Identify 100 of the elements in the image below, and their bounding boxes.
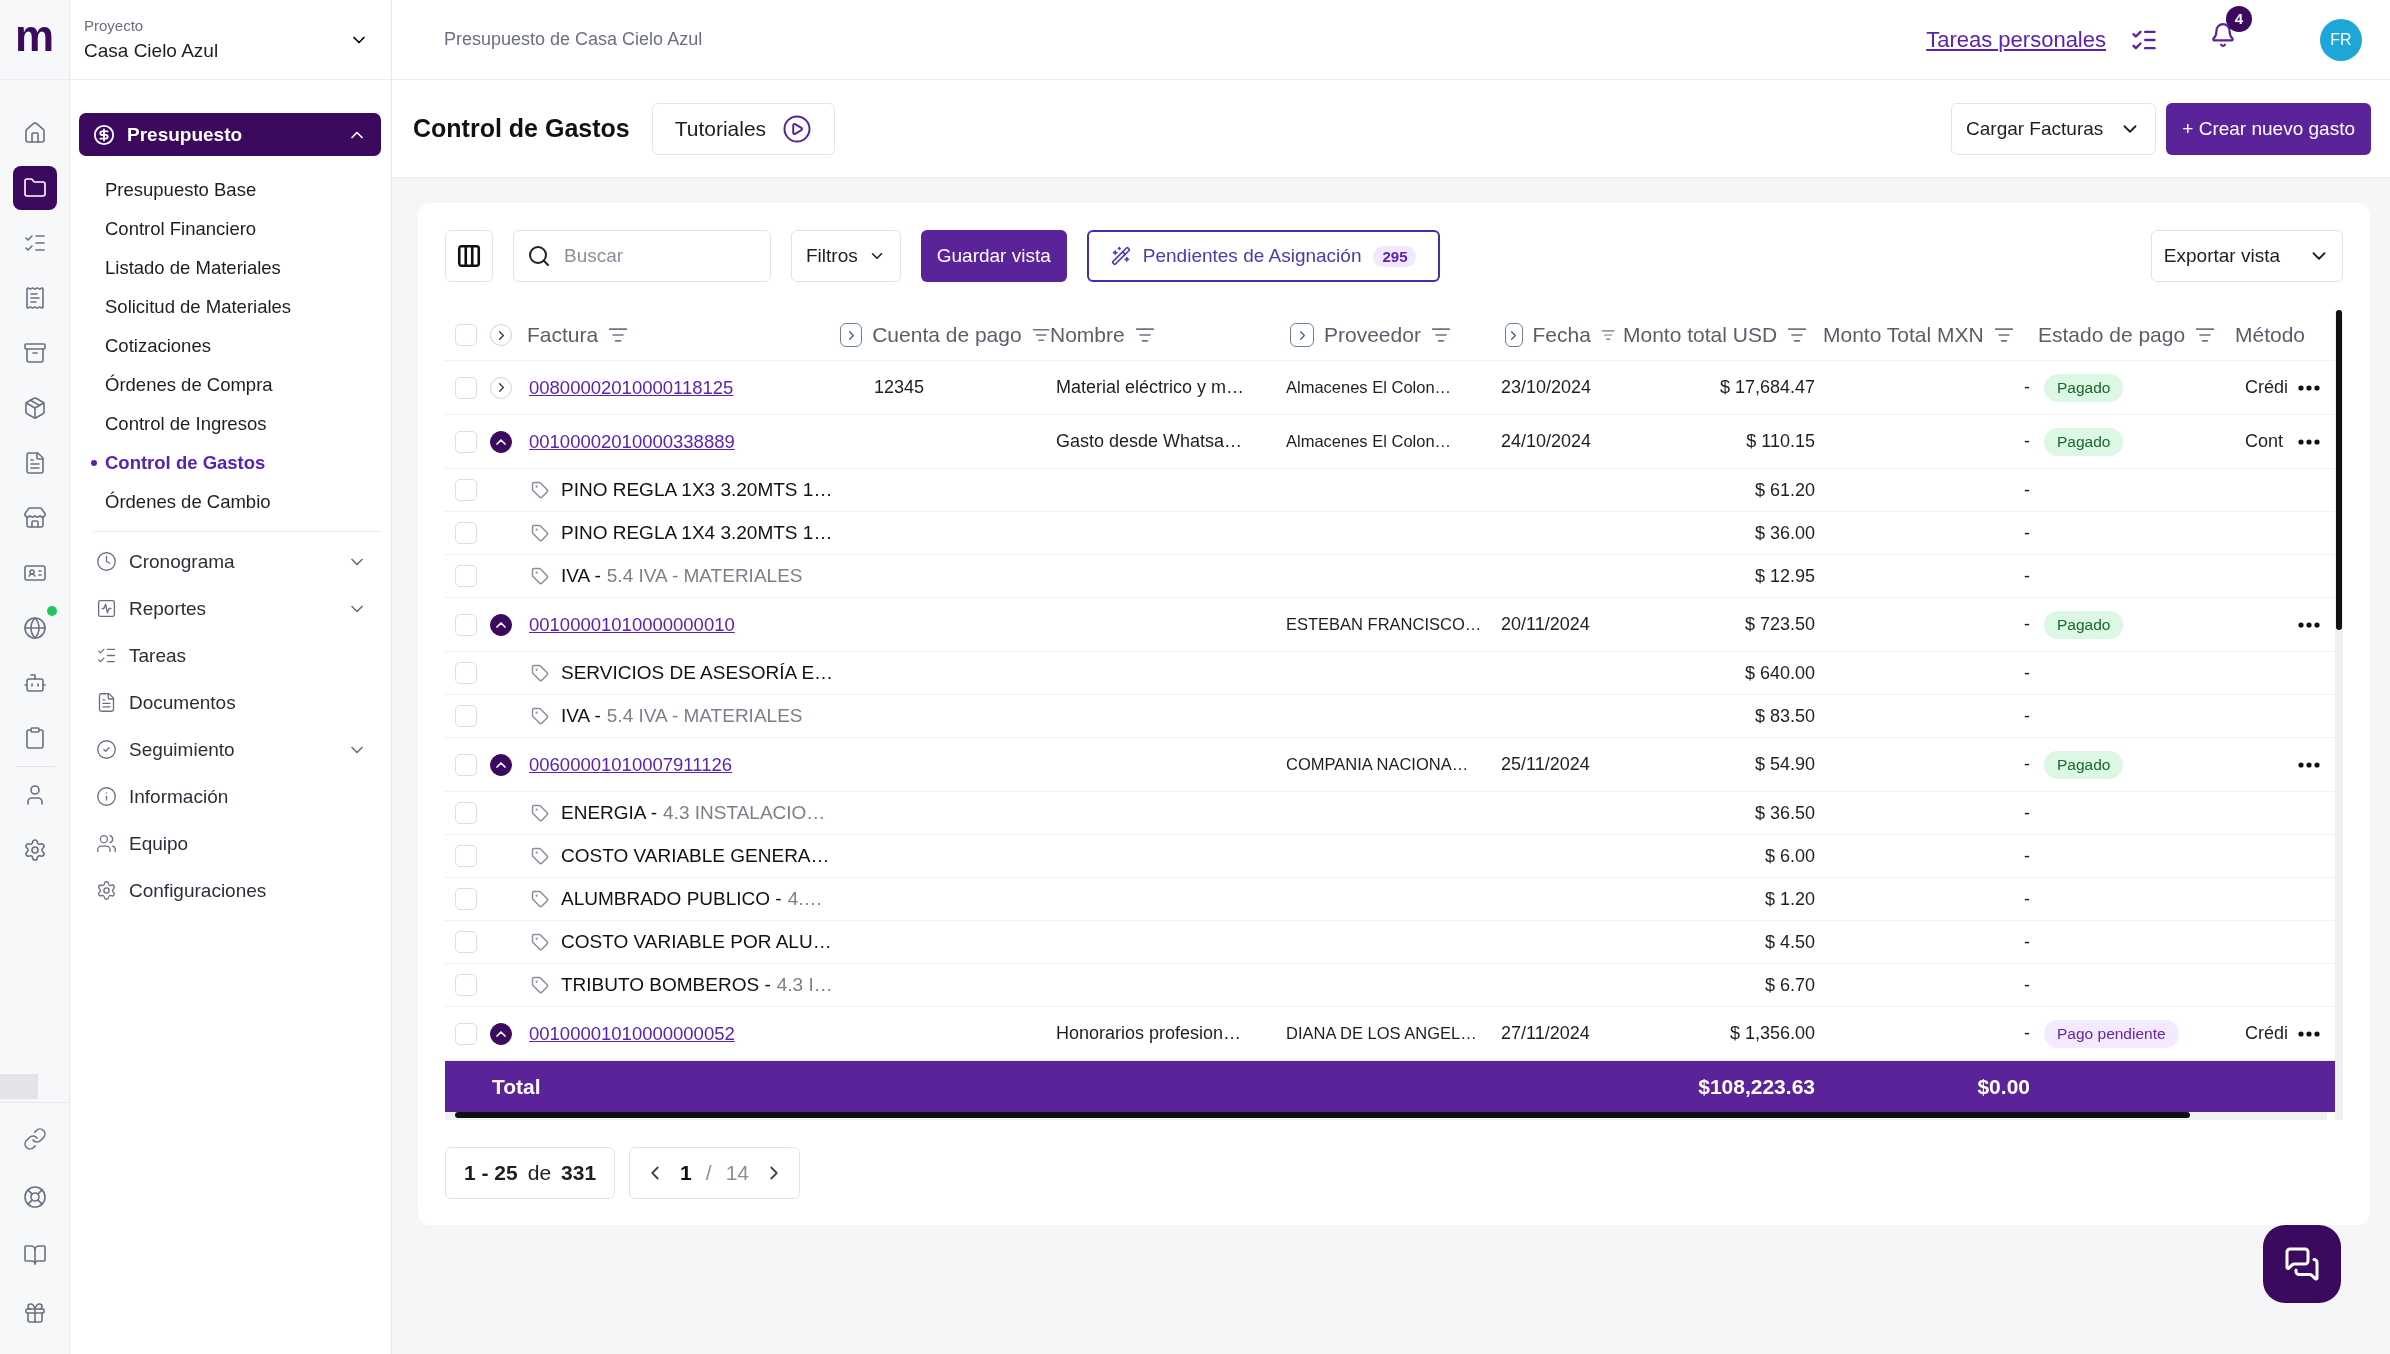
pin-column-button[interactable] (840, 323, 863, 347)
nav-item[interactable]: Información (79, 773, 381, 820)
payment-method: Crédi (2245, 1023, 2288, 1044)
date-text: 27/11/2024 (1501, 1023, 1590, 1044)
more-icon (2298, 761, 2320, 768)
amount-mxn: - (2024, 705, 2030, 727)
row-checkbox[interactable] (455, 753, 477, 776)
tag-icon (531, 847, 549, 865)
filter-icon[interactable] (1787, 325, 1808, 345)
nav-item[interactable]: Seguimiento (79, 726, 381, 773)
invoice-link[interactable]: 00100002010000338889 (529, 430, 735, 453)
filter-icon[interactable] (1430, 325, 1451, 345)
tag-icon (531, 567, 549, 585)
select-all-checkbox[interactable] (455, 324, 477, 346)
line-item-label: COSTO VARIABLE GENERA… (561, 845, 830, 867)
column-header: Método (2235, 323, 2306, 347)
nav-subitem[interactable]: Órdenes de Compra (79, 365, 381, 404)
column-header: Monto total USD (1623, 323, 1778, 347)
payment-method: Crédi (2245, 377, 2288, 398)
row-checkbox[interactable] (455, 376, 477, 399)
nav-subitem[interactable]: Cotizaciones (79, 326, 381, 365)
amount-usd: $ 1.20 (1764, 888, 1815, 910)
column-header: Cuenta de pago (872, 323, 1022, 347)
nav-item[interactable]: Cronograma (79, 538, 381, 585)
search-field[interactable]: Buscar (513, 230, 771, 282)
create-expense-button[interactable]: + Crear nuevo gasto (2166, 102, 2371, 155)
row-checkbox[interactable] (455, 430, 477, 453)
amount-usd: $ 83.50 (1754, 705, 1815, 727)
row-checkbox[interactable] (455, 888, 477, 910)
more-icon (2298, 438, 2320, 445)
nav-item[interactable]: Tareas (79, 632, 381, 679)
nav-item[interactable]: Equipo (79, 820, 381, 867)
status-badge: Pagado (2044, 427, 2124, 456)
scrollbar[interactable] (455, 1112, 2190, 1118)
robot-icon (22, 671, 47, 695)
people-icon (96, 833, 117, 854)
row-checkbox[interactable] (455, 565, 477, 587)
tutorials-button[interactable]: Tutoriales (651, 102, 836, 155)
nav-subitem[interactable]: Control de Gastos (79, 443, 381, 482)
row-checkbox[interactable] (455, 479, 477, 501)
expand-toggle[interactable] (490, 613, 512, 636)
row-checkbox[interactable] (455, 931, 477, 953)
row-checkbox[interactable] (455, 974, 477, 996)
invoice-link[interactable]: 00800002010000118125 (529, 376, 734, 399)
tag-icon (531, 524, 549, 542)
pending-assignment-button[interactable]: Pendientes de Asignación 295 (1086, 230, 1441, 282)
expand-toggle[interactable] (490, 1022, 512, 1045)
filters-button[interactable]: Filtros (791, 230, 901, 282)
nav-item[interactable]: Configuraciones (79, 867, 381, 914)
line-item-label: COSTO VARIABLE POR ALU… (561, 931, 832, 953)
row-checkbox[interactable] (455, 613, 477, 636)
current-page: 1 (680, 1161, 692, 1185)
logo[interactable]: m (14, 13, 55, 58)
nav-subitem[interactable]: Listado de Materiales (79, 248, 381, 287)
tasks-link[interactable]: Tareas personales (1926, 26, 2106, 53)
row-checkbox[interactable] (455, 522, 477, 544)
nav-subitem[interactable]: Control Financiero (79, 209, 381, 248)
folder-button[interactable] (12, 166, 57, 210)
more-icon (2298, 1030, 2320, 1037)
nav-section[interactable]: Presupuesto (79, 113, 381, 156)
page-range: 1 - 25 de 331 (445, 1147, 616, 1199)
globe-icon (22, 616, 47, 640)
filter-icon[interactable] (1993, 325, 2014, 345)
nav-item[interactable]: Reportes (79, 585, 381, 632)
notifications-button[interactable]: 4 (2194, 5, 2252, 64)
chart-icon (96, 598, 117, 619)
nav-subitem[interactable]: Presupuesto Base (79, 170, 381, 209)
pin-column-button[interactable] (1505, 323, 1523, 347)
nav-item[interactable]: Documentos (79, 679, 381, 726)
page-count: 14 (725, 1161, 749, 1185)
pin-column-button[interactable] (1290, 323, 1314, 347)
expand-all-button[interactable] (490, 324, 512, 346)
row-checkbox[interactable] (455, 802, 477, 824)
chat-icon (2284, 1246, 2320, 1282)
export-view-button[interactable]: Exportar vista (2150, 230, 2343, 282)
invoice-link[interactable]: 00100001010000000052 (529, 1022, 735, 1045)
row-checkbox[interactable] (455, 705, 477, 727)
expand-toggle[interactable] (490, 753, 512, 776)
row-checkbox[interactable] (455, 845, 477, 867)
amount-mxn: - (2024, 888, 2030, 910)
upload-invoices-button[interactable]: Cargar Facturas (1951, 102, 2157, 155)
status-dot (46, 606, 57, 616)
chat-button[interactable] (2263, 1225, 2341, 1303)
scrollbar[interactable] (2336, 310, 2342, 630)
tag-icon (531, 976, 549, 994)
save-view-button[interactable]: Guardar vista (920, 230, 1067, 282)
settings-icon (96, 880, 117, 901)
filter-icon[interactable] (2195, 325, 2216, 345)
invoice-link[interactable]: 00600001010007911126 (529, 753, 733, 776)
expand-toggle[interactable] (490, 430, 512, 453)
nav-subitem[interactable]: Solicitud de Materiales (79, 287, 381, 326)
filter-icon[interactable] (1134, 325, 1155, 345)
book-icon (22, 1243, 47, 1267)
invoice-link[interactable]: 00100001010000000010 (529, 613, 735, 636)
filter-icon[interactable] (608, 325, 629, 345)
columns-button[interactable] (445, 230, 493, 282)
row-checkbox[interactable] (455, 1022, 477, 1045)
row-checkbox[interactable] (455, 662, 477, 684)
nav-subitem[interactable]: Órdenes de Cambio (79, 482, 381, 521)
nav-subitem[interactable]: Control de Ingresos (79, 404, 381, 443)
